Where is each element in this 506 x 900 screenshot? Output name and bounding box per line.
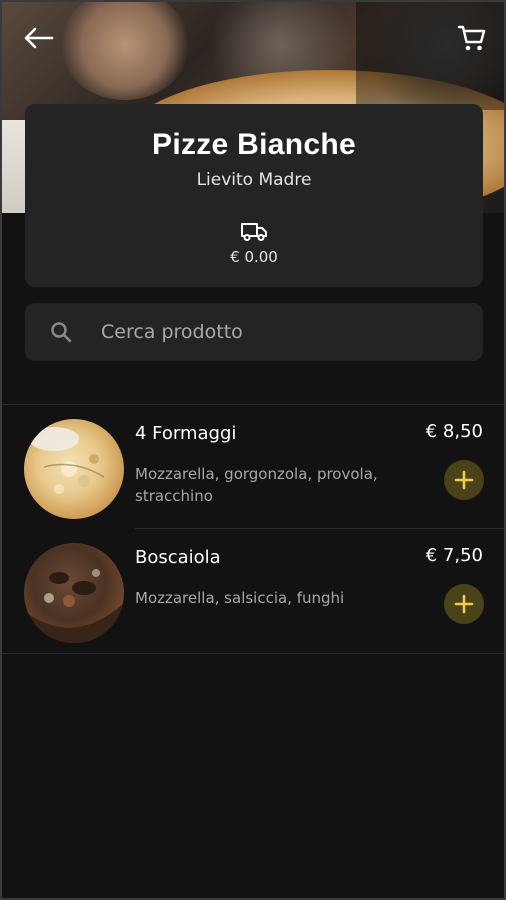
category-title: Pizze Bianche <box>152 128 356 161</box>
search-bar[interactable] <box>25 303 483 361</box>
truck-icon <box>241 223 267 241</box>
product-price: € 7,50 <box>425 545 483 566</box>
product-name: Boscaiola <box>135 547 221 568</box>
cart-icon <box>457 25 486 51</box>
search-icon <box>51 322 72 343</box>
product-description: Mozzarella, salsiccia, funghi <box>135 589 345 607</box>
plus-icon <box>454 470 474 490</box>
product-price: € 8,50 <box>425 421 483 442</box>
category-card: Pizze Bianche Lievito Madre € 0.00 <box>25 104 483 287</box>
arrow-left-icon <box>24 27 54 49</box>
product-name: 4 Formaggi <box>135 423 237 444</box>
product-description: Mozzarella, gorgonzola, provola, stracch… <box>135 465 378 505</box>
back-button[interactable] <box>20 20 56 56</box>
add-to-cart-button[interactable] <box>444 584 484 624</box>
search-input[interactable] <box>101 321 431 343</box>
product-item[interactable]: Boscaiola € 7,50 Mozzarella, salsiccia, … <box>0 529 506 653</box>
delivery-fee: € 0.00 <box>230 248 278 266</box>
product-item[interactable]: 4 Formaggi € 8,50 Mozzarella, gorgonzola… <box>0 405 506 529</box>
list-divider <box>0 653 506 654</box>
add-to-cart-button[interactable] <box>444 460 484 500</box>
plus-icon <box>454 594 474 614</box>
product-image <box>24 543 124 643</box>
product-image <box>24 419 124 519</box>
category-subtitle: Lievito Madre <box>196 170 312 190</box>
cart-button[interactable] <box>454 20 490 56</box>
